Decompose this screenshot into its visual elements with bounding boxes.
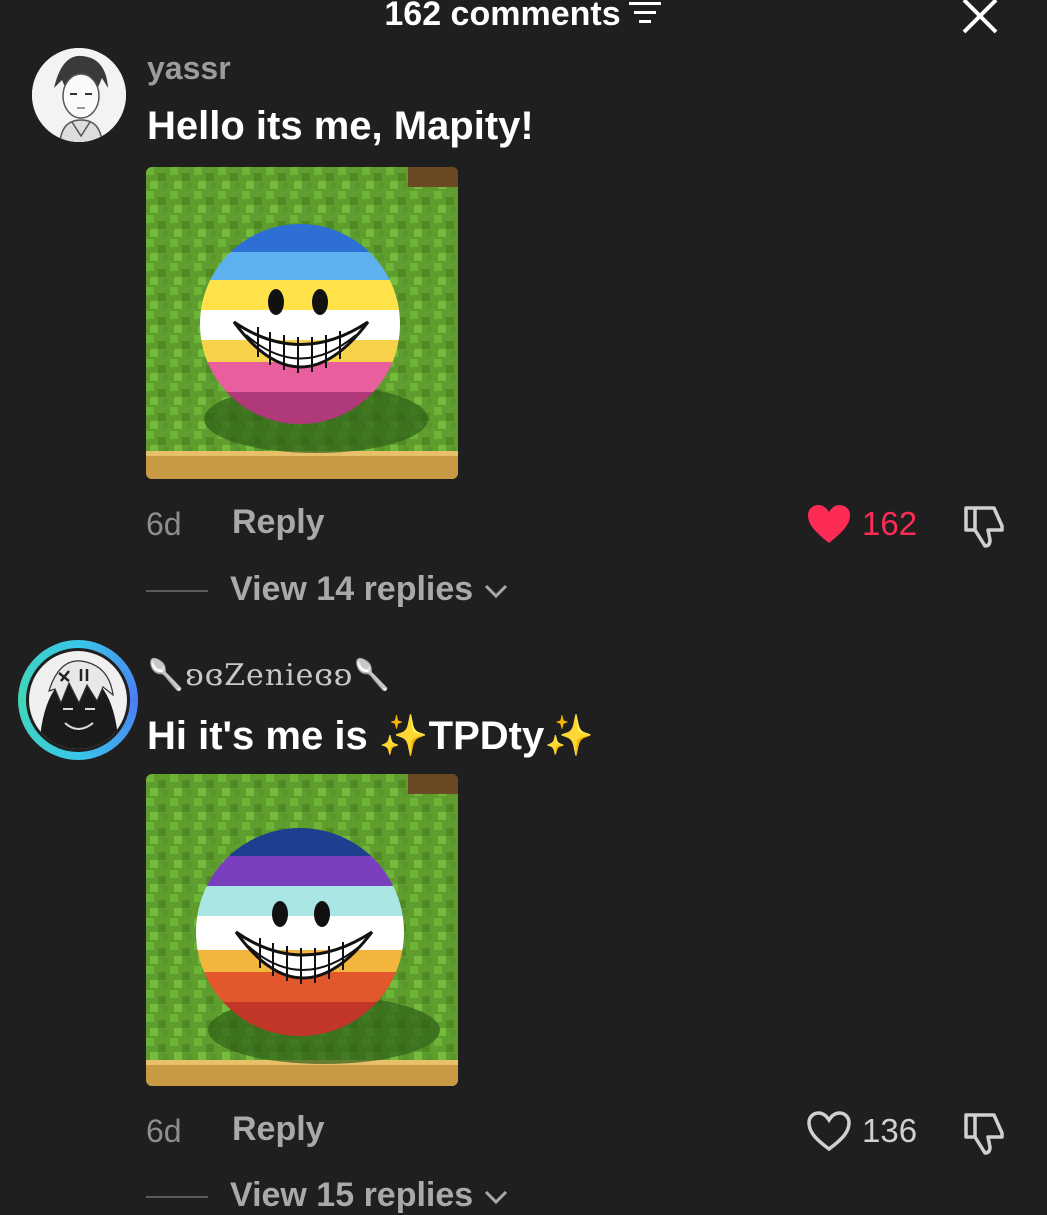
like-count: 136 xyxy=(862,1112,918,1149)
avatar xyxy=(26,648,130,752)
comment-username[interactable]: 🥄ʚɞZenieɞʚ🥄 xyxy=(147,658,392,693)
comment-text-name: TPDty xyxy=(428,714,545,758)
view-replies-label: View 14 replies xyxy=(230,570,474,608)
heart-outline-icon[interactable] xyxy=(806,1110,852,1152)
comment-username[interactable]: yassr xyxy=(147,50,231,87)
comment-image[interactable] xyxy=(146,774,458,1086)
comment-text-prefix: Hi it's me is xyxy=(147,714,379,758)
sparkles-icon: ✨ xyxy=(378,714,429,758)
close-icon[interactable] xyxy=(958,0,1002,38)
chevron-down-icon xyxy=(484,1190,507,1205)
comment-image[interactable] xyxy=(146,167,458,479)
thumbs-down-icon[interactable] xyxy=(962,502,1008,548)
reply-button[interactable]: Reply xyxy=(232,503,325,542)
avatar-story-ring[interactable] xyxy=(18,640,138,760)
reply-button[interactable]: Reply xyxy=(232,1110,325,1149)
replies-divider xyxy=(146,1196,208,1198)
view-replies-label: View 15 replies xyxy=(230,1176,474,1214)
replies-divider xyxy=(146,590,208,592)
avatar[interactable] xyxy=(32,48,126,142)
view-replies-button[interactable]: View 15 replies xyxy=(230,1176,509,1215)
comment-text: Hello its me, Mapity! xyxy=(147,104,534,148)
filter-icon[interactable] xyxy=(627,0,663,28)
comments-count-title: 162 comments xyxy=(384,0,621,33)
comment-text: Hi it's me is ✨TPDty✨ xyxy=(147,712,594,759)
chevron-down-icon xyxy=(484,584,507,599)
sparkles-icon: ✨ xyxy=(544,714,595,758)
heart-filled-icon[interactable] xyxy=(806,503,852,545)
view-replies-button[interactable]: View 14 replies xyxy=(230,570,509,609)
comment-age: 6d xyxy=(146,1113,182,1149)
comments-header: 162 comments xyxy=(0,0,1047,36)
comment-age: 6d xyxy=(146,506,182,542)
like-count: 162 xyxy=(862,505,918,542)
thumbs-down-icon[interactable] xyxy=(962,1109,1008,1155)
